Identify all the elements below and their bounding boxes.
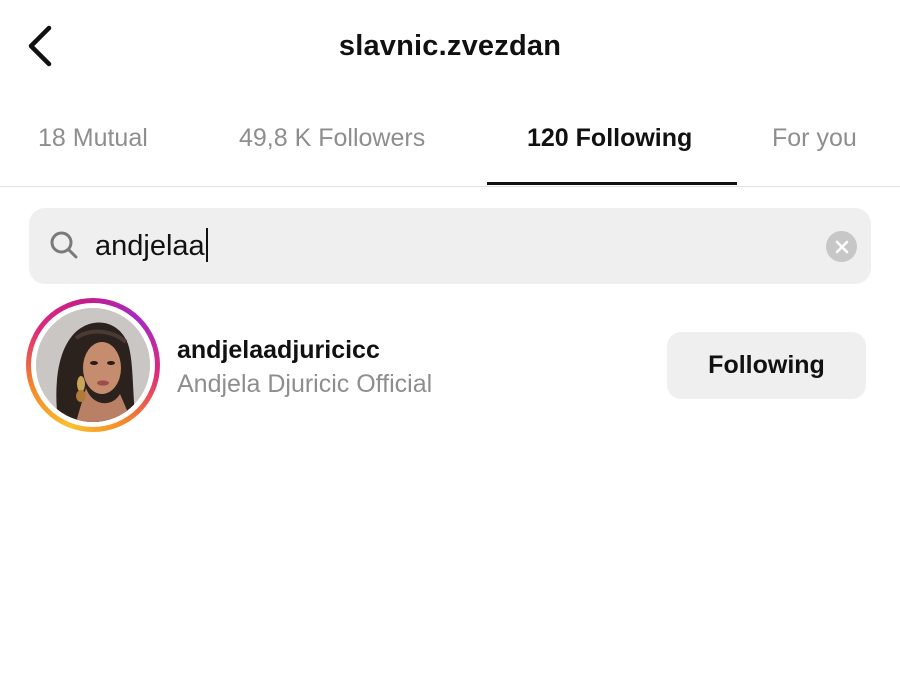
clear-search-button[interactable] xyxy=(826,231,857,262)
tab-following[interactable]: 120 Following xyxy=(527,124,692,153)
avatar xyxy=(36,308,150,422)
header: slavnic.zvezdan xyxy=(0,0,900,96)
active-tab-indicator xyxy=(487,182,737,185)
text-caret xyxy=(205,228,208,263)
avatar-frame xyxy=(31,303,155,427)
search-input-value: andjelaa xyxy=(95,230,205,262)
result-username[interactable]: andjelaadjuricicc xyxy=(177,336,380,365)
result-full-name: Andjela Djuricic Official xyxy=(177,370,433,398)
tab-for-you[interactable]: For you xyxy=(772,124,857,153)
search-input[interactable]: andjelaa xyxy=(95,228,208,264)
following-button[interactable]: Following xyxy=(667,332,866,399)
avatar-photo-icon xyxy=(36,308,150,422)
list-item[interactable]: andjelaadjuricicc Andjela Djuricic Offic… xyxy=(0,296,900,436)
page-title: slavnic.zvezdan xyxy=(338,30,562,62)
search-icon xyxy=(50,231,78,259)
story-ring[interactable] xyxy=(26,298,160,432)
tab-bar: 18 Mutual 49,8 K Followers 120 Following… xyxy=(0,100,900,187)
clear-icon xyxy=(835,240,848,253)
tab-followers[interactable]: 49,8 K Followers xyxy=(239,124,425,153)
tab-mutual[interactable]: 18 Mutual xyxy=(38,124,148,153)
search-bar[interactable]: andjelaa xyxy=(29,208,871,284)
